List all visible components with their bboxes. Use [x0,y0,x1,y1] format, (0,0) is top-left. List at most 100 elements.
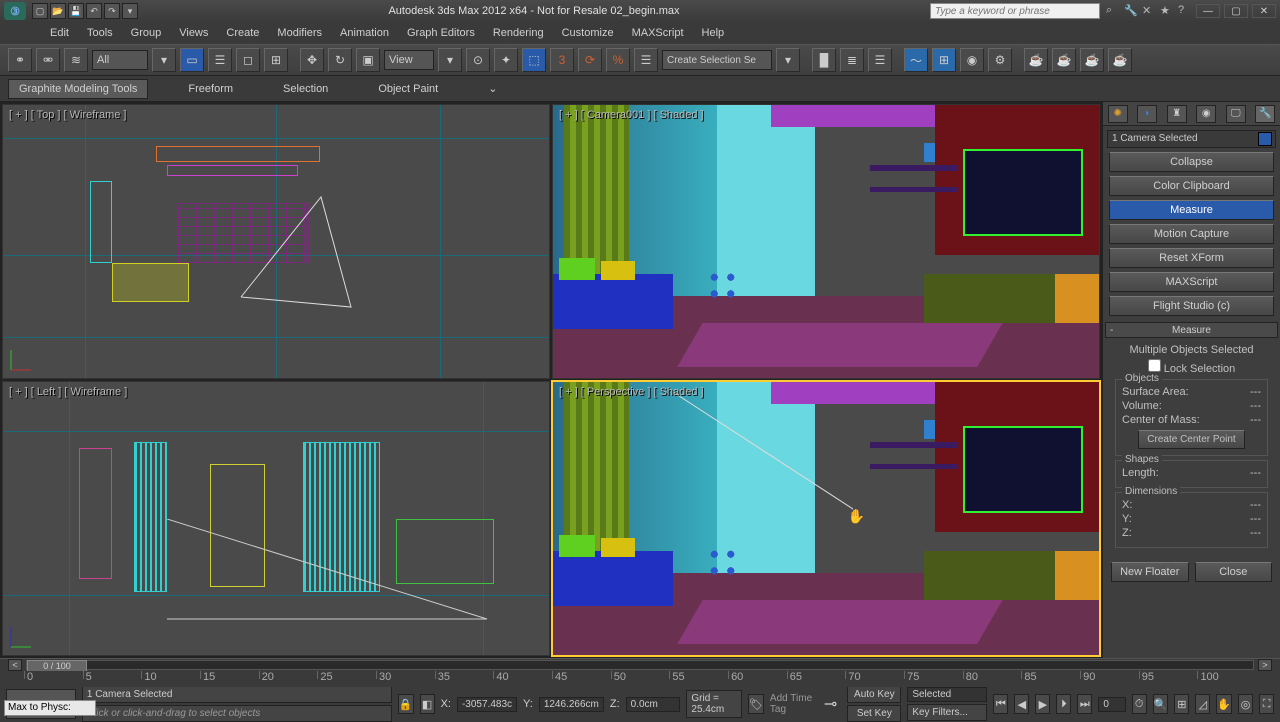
motion-tab-icon[interactable]: ◉ [1196,105,1216,123]
material-editor-icon[interactable]: ◉ [960,48,984,72]
ribbon-tab-graphite[interactable]: Graphite Modeling Tools [8,79,148,99]
move-icon[interactable]: ✥ [300,48,324,72]
lock-icon[interactable]: 🔒 [398,694,414,714]
next-frame-icon[interactable]: ⏵ [1056,694,1071,714]
measure-button[interactable]: Measure [1109,200,1274,220]
manipulate-icon[interactable]: ✦ [494,48,518,72]
maximize-button[interactable]: ▢ [1224,4,1248,18]
ribbon-tab-freeform[interactable]: Freeform [178,80,243,98]
y-coord-input[interactable]: 1246.266cm [539,697,604,712]
close-panel-button[interactable]: Close [1195,562,1273,582]
infocenter-search-input[interactable] [930,3,1100,19]
render-setup-icon[interactable]: ⚙ [988,48,1012,72]
object-color-swatch[interactable] [1258,132,1272,146]
nav-zoomall-icon[interactable]: ⊞ [1174,694,1189,714]
x-coord-input[interactable]: -3057.483c [457,697,517,712]
viewport-left[interactable]: [ + ] [ Left ] [ Wireframe ] [2,381,550,656]
play-icon[interactable]: ▶ [1035,694,1050,714]
minimize-button[interactable]: — [1196,4,1220,18]
layers-icon[interactable]: ☰ [868,48,892,72]
add-time-tag[interactable]: Add Time Tag [770,693,814,715]
viewport-left-label[interactable]: [ + ] [ Left ] [ Wireframe ] [9,386,127,398]
ref-coord-dropdown[interactable]: View [384,50,434,70]
mirror-icon[interactable]: ▐▌ [812,48,836,72]
exchange-icon[interactable]: ✕ [1142,4,1156,18]
create-tab-icon[interactable]: ✺ [1108,105,1128,123]
render-iterative-icon[interactable]: ☕ [1080,48,1104,72]
select-object-icon[interactable]: ▭ [180,48,204,72]
set-key-button[interactable]: Set Key [847,705,901,722]
utilities-tab-icon[interactable]: 🔧 [1255,105,1275,123]
time-config-icon[interactable]: ⏱ [1132,694,1147,714]
nav-orbit-icon[interactable]: ◎ [1238,694,1253,714]
render-frame-icon[interactable]: ☕ [1024,48,1048,72]
menu-create[interactable]: Create [226,27,259,39]
collapse-button[interactable]: Collapse [1109,152,1274,172]
nav-maximize-icon[interactable]: ⛶ [1259,694,1274,714]
maxscript-mini-listener[interactable]: Max to Physc: [4,700,96,716]
z-coord-input[interactable]: 0.0cm [626,697,681,712]
menu-group[interactable]: Group [131,27,162,39]
named-selection-dropdown[interactable]: Create Selection Se [662,50,772,70]
window-crossing-icon[interactable]: ⊞ [264,48,288,72]
redo-icon[interactable]: ↷ [104,3,120,19]
selection-name-field[interactable]: 1 Camera Selected [1107,130,1276,148]
render-production-icon[interactable]: ☕ [1052,48,1076,72]
lock-selection-checkbox[interactable] [1148,359,1161,372]
edit-named-sel-icon[interactable]: ☰ [634,48,658,72]
spinner-snap-icon[interactable]: % [606,48,630,72]
selection-filter-dropdown[interactable]: All [92,50,148,70]
measure-rollout-header[interactable]: Measure [1105,322,1278,338]
display-tab-icon[interactable]: 🖵 [1226,105,1246,123]
menu-tools[interactable]: Tools [87,27,113,39]
coord-dropdown-icon[interactable]: ▾ [438,48,462,72]
menu-customize[interactable]: Customize [562,27,614,39]
favorites-icon[interactable]: ★ [1160,4,1174,18]
motion-capture-button[interactable]: Motion Capture [1109,224,1274,244]
prev-frame-icon[interactable]: ◀ [1014,694,1029,714]
close-button[interactable]: ✕ [1252,4,1276,18]
create-center-point-button[interactable]: Create Center Point [1138,430,1244,449]
modify-tab-icon[interactable]: ◗ [1137,105,1157,123]
viewport-perspective[interactable]: [ + ] [ Perspective ] [ Shaded ] ✋ [552,381,1100,656]
key-mode-dropdown[interactable]: Selected [907,687,987,702]
save-icon[interactable]: 💾 [68,3,84,19]
selset-dropdown-icon[interactable]: ▾ [776,48,800,72]
goto-end-icon[interactable]: ⏭ [1077,694,1092,714]
isolate-icon[interactable]: ◧ [420,694,435,714]
ribbon-tab-objectpaint[interactable]: Object Paint [368,80,448,98]
viewport-top[interactable]: [ + ] [ Top ] [ Wireframe ] [2,104,550,379]
viewport-camera[interactable]: [ + ] [ Camera001 ] [ Shaded ] [552,104,1100,379]
viewport-top-label[interactable]: [ + ] [ Top ] [ Wireframe ] [9,109,126,121]
nav-fov-icon[interactable]: ◿ [1195,694,1210,714]
pivot-icon[interactable]: ⊙ [466,48,490,72]
menu-grapheditors[interactable]: Graph Editors [407,27,475,39]
unlink-icon[interactable]: ⚮ [36,48,60,72]
undo-icon[interactable]: ↶ [86,3,102,19]
time-slider-track[interactable]: 0 / 100 [26,660,1254,670]
subscription-icon[interactable]: 🔧 [1124,4,1138,18]
menu-animation[interactable]: Animation [340,27,389,39]
percent-snap-icon[interactable]: ⟳ [578,48,602,72]
menu-rendering[interactable]: Rendering [493,27,544,39]
search-icon[interactable]: ⌕ [1106,4,1120,18]
hierarchy-tab-icon[interactable]: ♜ [1167,105,1187,123]
select-region-icon[interactable]: ◻ [236,48,260,72]
maxscript-button[interactable]: MAXScript [1109,272,1274,292]
filter-dropdown-icon[interactable]: ▾ [152,48,176,72]
schematic-icon[interactable]: ⊞ [932,48,956,72]
curve-editor-icon[interactable]: 〜 [904,48,928,72]
time-tag-icon[interactable]: 🏷 [748,694,764,714]
nav-zoom-icon[interactable]: 🔍 [1153,694,1169,714]
align-icon[interactable]: ≣ [840,48,864,72]
ribbon-tab-selection[interactable]: Selection [273,80,338,98]
color-clipboard-button[interactable]: Color Clipboard [1109,176,1274,196]
flight-studio-button[interactable]: Flight Studio (c) [1109,296,1274,316]
menu-help[interactable]: Help [702,27,725,39]
current-frame-input[interactable]: 0 [1098,697,1125,712]
scale-icon[interactable]: ▣ [356,48,380,72]
new-floater-button[interactable]: New Floater [1111,562,1189,582]
nav-pan-icon[interactable]: ✋ [1216,694,1232,714]
select-by-name-icon[interactable]: ☰ [208,48,232,72]
bind-spacewarp-icon[interactable]: ≋ [64,48,88,72]
